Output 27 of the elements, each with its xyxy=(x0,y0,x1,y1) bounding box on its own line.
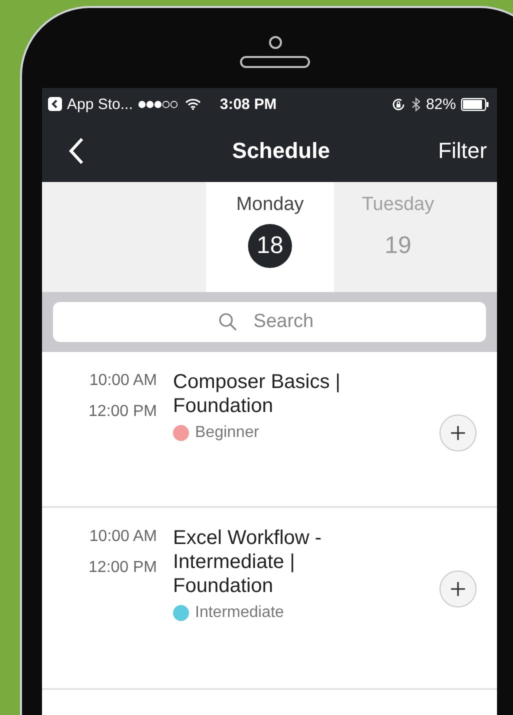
speaker-icon xyxy=(240,56,310,68)
camera-icon xyxy=(268,36,282,49)
level-label: Intermediate xyxy=(195,604,284,622)
back-icon xyxy=(48,97,62,111)
level-label: Beginner xyxy=(195,424,260,442)
signal-icon xyxy=(138,100,180,108)
end-time: 12:00 PM xyxy=(88,559,157,577)
clock-time: 3:08 PM xyxy=(220,96,277,112)
screen-title: Schedule xyxy=(232,138,330,164)
start-time: 10:00 AM xyxy=(89,528,157,546)
search-icon xyxy=(218,312,238,332)
search-field[interactable]: Search xyxy=(53,302,486,342)
wifi-icon xyxy=(184,98,201,110)
end-time: 12:00 PM xyxy=(88,403,157,421)
day-tab[interactable]: Monday 18 xyxy=(206,182,334,292)
back-icon[interactable] xyxy=(68,137,84,165)
start-time: 10:00 AM xyxy=(89,372,157,390)
add-icon[interactable] xyxy=(439,570,477,608)
session-title: Composer Basics | Foundation xyxy=(173,370,342,418)
battery-icon xyxy=(461,98,489,110)
session-title: Excel Workflow - Intermediate | Foundation xyxy=(173,526,323,598)
add-icon[interactable] xyxy=(439,414,477,452)
battery-percent: 82% xyxy=(426,96,456,112)
bluetooth-icon xyxy=(410,96,421,112)
rotation-lock-icon xyxy=(390,96,406,112)
back-app-label[interactable]: App Sto... xyxy=(67,96,133,112)
filter-button[interactable]: Filter xyxy=(438,138,487,164)
